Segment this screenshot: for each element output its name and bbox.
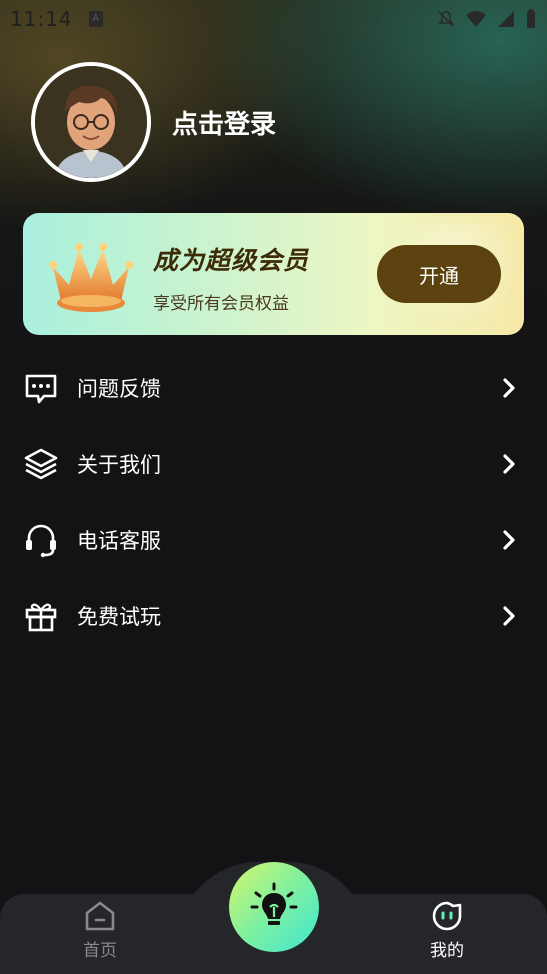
notification-badge: A	[88, 11, 103, 27]
chevron-right-icon	[503, 378, 515, 398]
home-icon	[85, 901, 115, 931]
chevron-right-icon	[503, 530, 515, 550]
tab-home[interactable]: 首页	[60, 900, 140, 961]
lightbulb-icon	[250, 882, 298, 925]
menu-item-label: 问题反馈	[77, 377, 161, 401]
wifi-icon	[466, 11, 486, 27]
crown-icon	[49, 243, 133, 312]
signal-icon	[498, 11, 514, 27]
status-icons	[437, 9, 537, 29]
vip-title: 成为超级会员	[153, 246, 310, 275]
center-action-button[interactable]	[229, 862, 319, 952]
status-time: 11:14	[10, 7, 73, 31]
battery-icon	[527, 9, 535, 28]
chevron-right-icon	[503, 606, 515, 626]
tab-mine[interactable]: 我的	[407, 900, 487, 961]
layers-icon	[23, 446, 59, 482]
menu-item-label: 免费试玩	[77, 605, 161, 629]
avatar-illustration	[35, 66, 147, 178]
tab-mine-label: 我的	[430, 941, 464, 961]
headset-icon	[23, 522, 59, 558]
smiley-face-icon	[432, 901, 462, 931]
vip-card[interactable]: 成为超级会员 享受所有会员权益 开通	[23, 213, 524, 335]
menu-item-feedback[interactable]: 问题反馈	[0, 350, 547, 426]
status-bar: 11:14 A	[0, 0, 547, 38]
menu-item-label: 关于我们	[77, 453, 161, 477]
menu-item-free-trial[interactable]: 免费试玩	[0, 578, 547, 654]
settings-menu: 问题反馈 关于我们 电话客服 免费试玩	[0, 350, 547, 654]
mute-icon	[438, 11, 454, 27]
profile-section[interactable]: 点击登录	[31, 62, 276, 182]
chat-bubble-icon	[23, 370, 59, 406]
menu-item-about[interactable]: 关于我们	[0, 426, 547, 502]
vip-subtitle: 享受所有会员权益	[153, 294, 289, 314]
gift-icon	[23, 598, 59, 634]
avatar[interactable]	[31, 62, 151, 182]
menu-item-phone-service[interactable]: 电话客服	[0, 502, 547, 578]
tab-home-label: 首页	[83, 941, 117, 961]
menu-item-label: 电话客服	[77, 529, 161, 553]
login-label[interactable]: 点击登录	[172, 104, 276, 141]
open-vip-button[interactable]: 开通	[377, 245, 501, 303]
chevron-right-icon	[503, 454, 515, 474]
